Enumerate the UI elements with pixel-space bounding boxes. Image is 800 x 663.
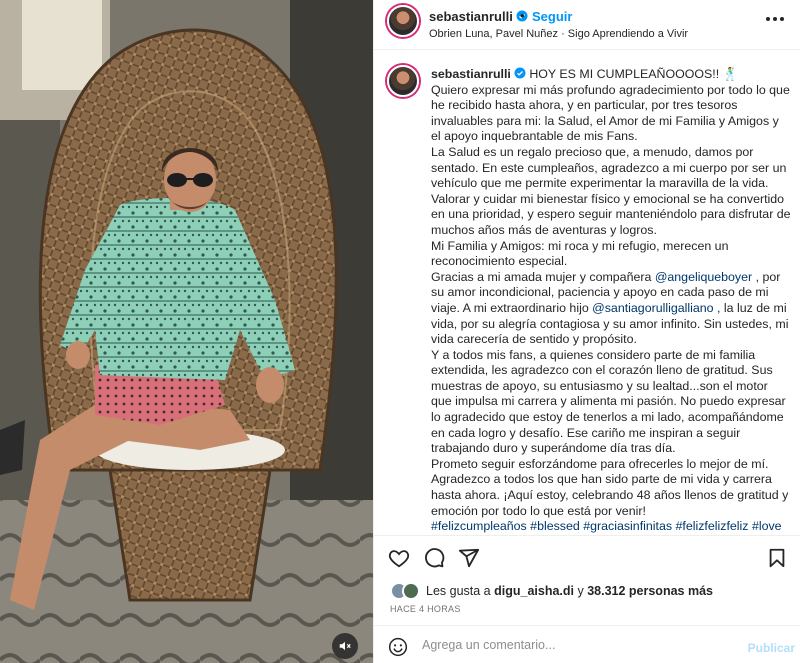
- more-options-icon[interactable]: [765, 14, 785, 24]
- caption-paragraph-5: Y a todos mis fans, a quienes considero …: [431, 347, 786, 456]
- mention-angeliqueboyer[interactable]: @angeliqueboyer: [655, 270, 752, 284]
- comment-input[interactable]: [422, 634, 722, 656]
- caption-paragraph-4: Gracias a mi amada mujer y compañera @an…: [431, 270, 791, 348]
- audio-muted-icon: [339, 641, 351, 651]
- caption-username-text[interactable]: sebastianrulli: [431, 67, 511, 81]
- caption-paragraph-3: Mi Familia y Amigos: mi roca y mi refugi…: [431, 238, 729, 269]
- comment-bar: Publicar: [374, 625, 800, 663]
- send-icon[interactable]: [458, 547, 480, 569]
- author-username[interactable]: sebastianrulli: [429, 9, 528, 24]
- post-location-audio[interactable]: Obrien Luna, Pavel Nuñez · Sigo Aprendie…: [429, 28, 688, 40]
- caption-area: sebastianrulli HOY ES MI CUMPLEAÑOOOOS!!…: [374, 50, 800, 535]
- mention-santiagorulligalliano[interactable]: @santiagorulligalliano: [592, 301, 713, 315]
- post-timestamp[interactable]: HACE 4 HORAS: [390, 604, 461, 614]
- post-photo[interactable]: [0, 0, 373, 663]
- caption-author-avatar[interactable]: [387, 65, 419, 97]
- author-username-text[interactable]: sebastianrulli: [429, 9, 513, 24]
- caption-username[interactable]: sebastianrulli: [431, 67, 526, 81]
- action-bar: [374, 535, 800, 575]
- likes-text: Les gusta a digu_aisha.di y 38.312 perso…: [426, 584, 713, 598]
- emoji-icon[interactable]: [388, 637, 408, 657]
- publish-button[interactable]: Publicar: [748, 641, 795, 655]
- caption-paragraph-6: Prometo seguir esforzándome para ofrecer…: [431, 456, 789, 518]
- caption-paragraph-2: La Salud es un regalo precioso que, a me…: [431, 144, 791, 237]
- photo-illustration: [0, 0, 373, 663]
- likes-count[interactable]: 38.312 personas más: [587, 584, 713, 598]
- follow-button[interactable]: Seguir: [532, 9, 572, 24]
- heart-icon[interactable]: [388, 547, 410, 569]
- header-separator: •: [520, 8, 525, 23]
- post-header: sebastianrulli • Seguir Obrien Luna, Pav…: [374, 0, 800, 50]
- caption-paragraph-1: Quiero expresar mi más profundo agradeci…: [431, 82, 790, 144]
- caption-hashtags[interactable]: #felizcumpleaños #blessed #graciasinfini…: [431, 519, 791, 535]
- verified-badge-icon: [514, 67, 526, 79]
- author-avatar[interactable]: [387, 5, 419, 37]
- liker-avatar[interactable]: [402, 582, 420, 600]
- bookmark-icon[interactable]: [766, 547, 788, 569]
- mute-button[interactable]: [332, 633, 358, 659]
- caption-p4-part-a: Gracias a mi amada mujer y compañera: [431, 269, 655, 284]
- caption-headline: HOY ES MI CUMPLEAÑOOOOS!! 🕺: [529, 67, 739, 81]
- likes-middle: y: [574, 584, 588, 598]
- post-side-panel: sebastianrulli • Seguir Obrien Luna, Pav…: [373, 0, 800, 663]
- comment-icon[interactable]: [423, 547, 445, 569]
- liker-username[interactable]: digu_aisha.di: [494, 584, 574, 598]
- caption-text: sebastianrulli HOY ES MI CUMPLEAÑOOOOS!!…: [431, 67, 791, 535]
- likes-summary: Les gusta a digu_aisha.di y 38.312 perso…: [390, 580, 790, 604]
- likes-prefix: Les gusta a: [426, 584, 495, 598]
